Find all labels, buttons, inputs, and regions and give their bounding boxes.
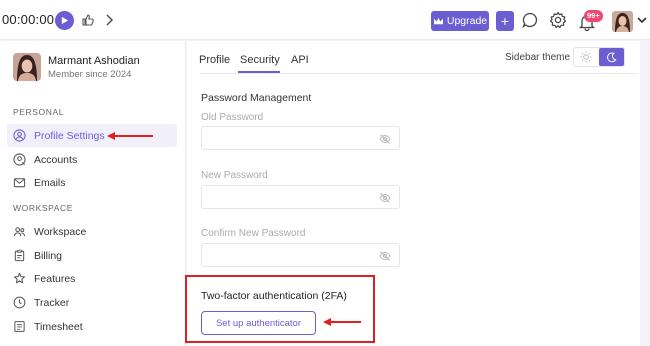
sidebar-item-timesheet[interactable]: Timesheet: [7, 315, 177, 338]
sidebar-item-workspace[interactable]: Workspace: [7, 220, 177, 243]
annotation-highlight-box: [185, 275, 375, 343]
sheet-icon: [14, 321, 25, 332]
clipboard-icon: [14, 249, 25, 262]
play-icon: [61, 16, 69, 25]
mail-icon: [13, 178, 26, 188]
user-avatar[interactable]: [612, 11, 633, 32]
thumbs-up-icon[interactable]: [80, 12, 96, 28]
sidebar-item-label: Tracker: [34, 296, 70, 309]
timer-display: 00:00:00: [2, 12, 55, 27]
tab-api[interactable]: API: [291, 54, 309, 66]
confirm-password-label: Confirm New Password: [201, 228, 306, 239]
chevron-right-icon[interactable]: [101, 12, 117, 28]
accounts-icon: [13, 153, 26, 166]
play-button[interactable]: [55, 11, 74, 30]
sidebar-item-features[interactable]: Features: [7, 267, 177, 290]
team-icon: [13, 227, 26, 237]
password-management-title: Password Management: [201, 92, 312, 104]
tab-security[interactable]: Security: [240, 54, 280, 66]
active-tab-indicator: [238, 71, 280, 73]
notification-badge: 99+: [584, 10, 603, 22]
sidebar-item-label: Timesheet: [34, 320, 83, 333]
section-personal: PERSONAL: [13, 107, 65, 117]
confirm-password-field[interactable]: [201, 243, 400, 267]
top-bar: 00:00:00 Upgrade + 99+: [0, 0, 650, 40]
sidebar-item-label: Features: [34, 272, 76, 285]
clock-icon: [13, 296, 26, 309]
sidebar-item-emails[interactable]: Emails: [7, 171, 177, 194]
add-button[interactable]: +: [496, 11, 514, 31]
tab-profile[interactable]: Profile: [199, 54, 230, 66]
sidebar-item-label: Accounts: [34, 153, 78, 166]
eye-off-icon[interactable]: [379, 133, 391, 145]
old-password-field[interactable]: [201, 126, 400, 150]
upgrade-button[interactable]: Upgrade: [431, 11, 489, 31]
theme-light-option[interactable]: [574, 48, 599, 66]
chevron-down-icon[interactable]: [636, 14, 648, 26]
new-password-field[interactable]: [201, 185, 400, 209]
member-since: Member since 2024: [48, 69, 132, 80]
sidebar-item-billing[interactable]: Billing: [7, 244, 177, 267]
sidebar-theme-toggle: [573, 47, 625, 67]
chat-icon[interactable]: [521, 11, 539, 29]
sidebar-item-label: Emails: [34, 176, 66, 189]
sun-icon: [580, 51, 592, 63]
sidebar-item-label: Billing: [34, 249, 63, 262]
user-circle-icon: [13, 129, 26, 142]
eye-off-icon[interactable]: [379, 250, 391, 262]
profile-name: Marmant Ashodian: [48, 55, 140, 67]
star-icon: [13, 272, 26, 284]
new-password-label: New Password: [201, 170, 268, 181]
annotation-arrow-left-icon: [107, 132, 153, 140]
old-password-label: Old Password: [201, 112, 264, 123]
sidebar-theme-label: Sidebar theme: [505, 52, 571, 63]
sidebar-item-label: Profile Settings: [34, 129, 105, 142]
settings-sidebar: Marmant Ashodian Member since 2024 PERSO…: [0, 41, 186, 346]
sidebar-item-label: Workspace: [34, 225, 87, 238]
settings-gear-icon[interactable]: [549, 11, 567, 29]
sidebar-item-tracker[interactable]: Tracker: [7, 291, 177, 314]
sidebar-item-accounts[interactable]: Accounts: [7, 148, 177, 171]
tabs-divider: [200, 73, 638, 74]
theme-dark-option[interactable]: [598, 48, 624, 66]
annotation-arrow-left-icon: [323, 318, 361, 326]
upgrade-label: Upgrade: [446, 15, 488, 27]
profile-avatar: [13, 53, 41, 81]
crown-icon: [433, 17, 443, 24]
section-workspace: WORKSPACE: [13, 203, 74, 213]
moon-icon: [606, 51, 617, 62]
eye-off-icon[interactable]: [379, 192, 391, 204]
